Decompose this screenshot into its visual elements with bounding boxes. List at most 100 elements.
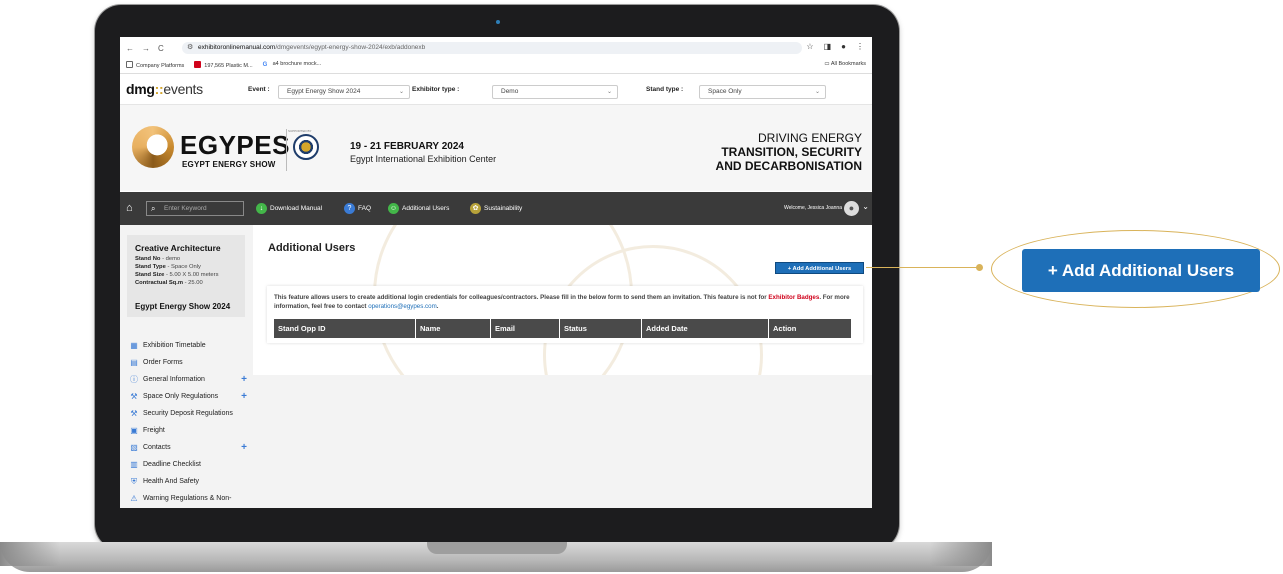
event-select[interactable]: Egypt Energy Show 2024 ⌄ (278, 85, 410, 99)
nav-faq[interactable]: ? FAQ (344, 203, 371, 214)
sidebar-item-order-forms[interactable]: ▤ Order Forms (129, 354, 247, 371)
sidebar-item-warning-regulations[interactable]: ⚠ Warning Regulations & Non- (129, 490, 247, 507)
faq-icon: ? (344, 203, 355, 214)
main-nav: ⌂ ⌕ Enter Keyword ↓ Download Manual ? FAQ … (120, 192, 872, 225)
users-table-header: Stand Opp ID Name Email Status Added Dat… (274, 319, 851, 338)
stand-no-line: Stand No - demo (135, 256, 180, 262)
sidebar-item-label: Space Only Regulations (143, 393, 219, 400)
egypt-seal-logo (293, 134, 319, 160)
stand-type-value: - Space Only (167, 264, 201, 270)
stand-type-select[interactable]: Space Only ⌄ (699, 85, 826, 99)
bookmark-star-icon[interactable]: ☆ (806, 42, 813, 51)
callout-add-users-button[interactable]: + Add Additional Users (1022, 249, 1260, 292)
add-additional-users-button[interactable]: + Add Additional Users (775, 262, 864, 274)
bookmark-company-platforms[interactable]: Company Platforms (126, 61, 184, 69)
sidebar-item-label: Warning Regulations & Non- (143, 495, 232, 502)
all-bookmarks[interactable]: ▭ All Bookmarks (824, 61, 866, 67)
home-icon[interactable]: ⌂ (126, 202, 133, 214)
company-name: Creative Architecture (135, 243, 221, 253)
nav-sustainability[interactable]: ✿ Sustainability (470, 203, 522, 214)
dmg-events-logo[interactable]: dmg::events (126, 81, 203, 97)
chevron-down-icon: ⌄ (398, 89, 404, 95)
contact-email-link[interactable]: operations@egypes.com (368, 303, 437, 310)
sidebar-item-exhibition-timetable[interactable]: ▦ Exhibition Timetable (129, 337, 247, 354)
nav-label: Download Manual (270, 205, 323, 212)
sidebar-item-space-only-regulations[interactable]: ⚒ Space Only Regulations + (129, 388, 247, 405)
main-content: Additional Users + Add Additional Users … (253, 225, 872, 375)
site-info-icon[interactable]: ⚙ (187, 42, 193, 54)
download-icon: ↓ (256, 203, 267, 214)
warning-icon: ⚠ (130, 493, 138, 503)
stand-type-value: Space Only (708, 88, 742, 95)
stand-size-label: Stand Size (135, 272, 165, 278)
reload-icon[interactable]: C (158, 44, 164, 53)
stand-type-line: Stand Type - Space Only (135, 264, 201, 270)
bookmark-red-icon (194, 61, 202, 68)
browser-nav-buttons: ← → C (126, 44, 164, 53)
tagline-line-1: DRIVING ENERGY (757, 131, 862, 145)
sidebar-item-contacts[interactable]: ▧ Contacts + (129, 439, 247, 456)
sidebar-item-label: Health And Safety (143, 478, 200, 485)
egypes-brand: EGYPES (180, 130, 290, 160)
sidebar-item-label: General Information (143, 376, 205, 383)
sidebar-item-label: Exhibition Timetable (143, 342, 206, 349)
expand-plus-icon[interactable]: + (241, 374, 247, 385)
bookmark-plastic[interactable]: 197,565 Plastic M... (194, 61, 253, 69)
exhibitor-type-select[interactable]: Demo ⌄ (492, 85, 618, 99)
back-icon[interactable]: ← (126, 44, 134, 53)
laptop-screen: ← → C ⚙ exhibitoronlinemanual.com/dmgeve… (120, 37, 872, 508)
url-path: /dmgevents/egypt-energy-show-2024/exb/ad… (275, 44, 426, 51)
sidebar-item-general-information[interactable]: ⓘ General Information + (129, 371, 247, 388)
laptop-base-shade-right (930, 542, 992, 566)
page-title: Additional Users (268, 242, 356, 254)
menu-kebab-icon[interactable]: ⋮ (856, 42, 864, 51)
expand-plus-icon[interactable]: + (241, 442, 247, 453)
column-header: Email (490, 319, 559, 338)
column-header: Name (415, 319, 490, 338)
forward-icon[interactable]: → (142, 44, 150, 53)
all-bookmarks-label: All Bookmarks (830, 61, 866, 67)
supported-by-label: SUPPORTED BY (288, 129, 312, 133)
info-icon: ⓘ (130, 374, 138, 384)
url-host: exhibitoronlinemanual.com (198, 44, 276, 51)
search-placeholder: Enter Keyword (164, 205, 207, 212)
column-header: Stand Opp ID (278, 324, 326, 333)
bookmark-brochure[interactable]: Ga4 brochure mock... (263, 61, 322, 69)
sidebar-item-freight[interactable]: ▣ Freight (129, 422, 247, 439)
stand-no-value: - demo (162, 256, 181, 262)
content-background (253, 375, 872, 508)
contractual-line: Contractual Sq.m - 25.00 (135, 280, 203, 286)
address-bar[interactable]: ⚙ exhibitoronlinemanual.com/dmgevents/eg… (182, 42, 802, 54)
sidebar-item-deadline-checklist[interactable]: ▥ Deadline Checklist (129, 456, 247, 473)
nav-additional-users[interactable]: ☺ Additional Users (388, 203, 449, 214)
column-header: Status (559, 319, 641, 338)
exhibitor-badges-text: Exhibitor Badges (768, 294, 820, 301)
camera-dot (496, 20, 500, 24)
sidepanel-icon[interactable]: ◨ (824, 42, 832, 51)
profile-icon[interactable]: ● (841, 42, 846, 51)
sidebar-item-label: Deadline Checklist (143, 461, 201, 468)
stand-no-label: Stand No (135, 256, 161, 262)
sidebar-item-security-deposit[interactable]: ⚒ Security Deposit Regulations (129, 405, 247, 422)
shield-icon: ⛨ (131, 476, 137, 486)
info-text-part: This feature allows users to create addi… (274, 294, 769, 301)
contacts-icon: ▧ (130, 442, 138, 452)
users-icon: ☺ (388, 203, 399, 214)
nav-label: FAQ (358, 205, 372, 212)
stand-type-label: Stand type : (646, 86, 684, 93)
chevron-down-icon[interactable]: ⌄ (862, 202, 869, 211)
sidebar: Creative Architecture Stand No - demo St… (120, 225, 253, 508)
checklist-icon: ▥ (130, 459, 138, 469)
event-banner: EGYPES EGYPT ENERGY SHOW SUPPORTED BY 19… (120, 105, 872, 191)
column-header: Action (768, 319, 851, 338)
stand-size-value: - 5.00 X 5.00 meters (165, 272, 219, 278)
callout-leader-dot (976, 264, 983, 271)
search-icon: ⌕ (151, 204, 156, 213)
sidebar-item-label: Freight (143, 427, 165, 434)
keyword-search-input[interactable]: ⌕ Enter Keyword (146, 201, 244, 216)
sidebar-item-health-and-safety[interactable]: ⛨ Health And Safety (129, 473, 247, 490)
bookmark-label: a4 brochure mock... (272, 61, 322, 67)
user-avatar-icon[interactable]: ● (844, 201, 859, 216)
nav-download-manual[interactable]: ↓ Download Manual (256, 203, 322, 214)
expand-plus-icon[interactable]: + (241, 391, 247, 402)
